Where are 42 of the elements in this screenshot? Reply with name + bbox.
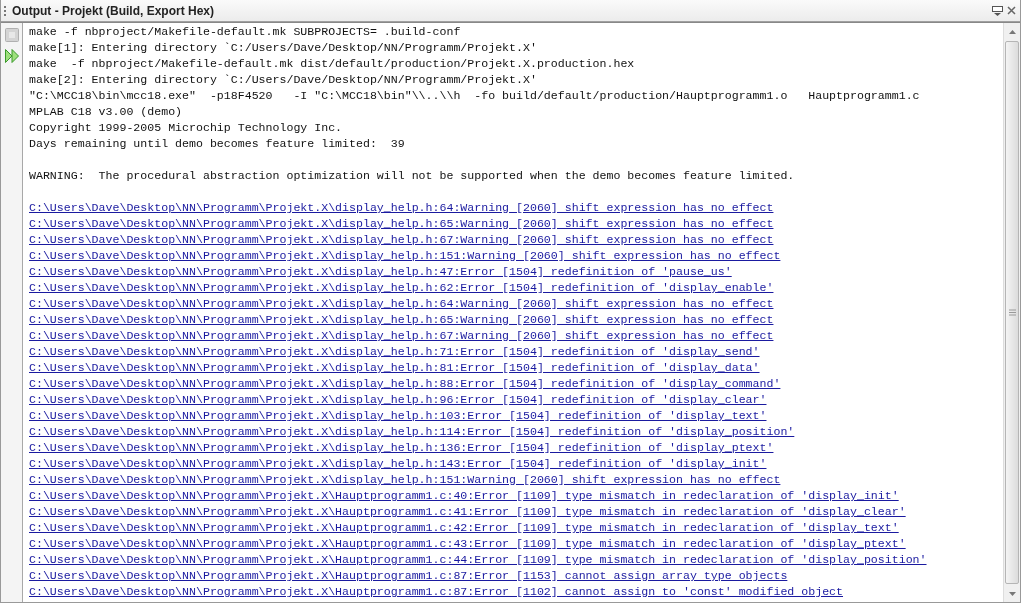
minimize-icon[interactable] (992, 5, 1003, 16)
output-line: WARNING: The procedural abstraction optimization will not be supported when the demo becomes feature limited. (29, 169, 795, 182)
output-line: make -f nbproject/Makefile-default.mk dist/default/production/Projekt.X.production.hex (29, 57, 635, 70)
drag-grip-icon[interactable] (4, 5, 8, 16)
error-link[interactable]: C:\Users\Dave\Desktop\NN\Programm\Projekt.X\display_help.h:65:Warning [2060] shift expression has no effect (29, 313, 774, 326)
error-link[interactable]: C:\Users\Dave\Desktop\NN\Programm\Projekt.X\Hauptprogramm1.c:40:Error [1109] type mismatch in redeclaration of 'display_init' (29, 489, 899, 502)
output-line: MPLAB C18 v3.00 (demo) (29, 105, 183, 118)
error-link[interactable]: C:\Users\Dave\Desktop\NN\Programm\Projekt.X\display_help.h:88:Error [1504] redefinition of 'display_command' (29, 377, 781, 390)
close-icon[interactable] (1007, 6, 1016, 15)
error-link[interactable]: C:\Users\Dave\Desktop\NN\Programm\Projekt.X\display_help.h:47:Error [1504] redefinition of 'pause_us' (29, 265, 732, 278)
error-link[interactable]: C:\Users\Dave\Desktop\NN\Programm\Projekt.X\Hauptprogramm1.c:87:Error [1153] cannot assign array type objects (29, 569, 788, 582)
error-link[interactable]: C:\Users\Dave\Desktop\NN\Programm\Projekt.X\display_help.h:71:Error [1504] redefinition of 'display_send' (29, 345, 760, 358)
rerun-icon[interactable] (3, 48, 20, 64)
output-line: Days remaining until demo becomes feature limited: 39 (29, 137, 405, 150)
error-link[interactable]: C:\Users\Dave\Desktop\NN\Programm\Projekt.X\display_help.h:67:Warning [2060] shift expression has no effect (29, 329, 774, 342)
error-link[interactable]: C:\Users\Dave\Desktop\NN\Programm\Projekt.X\Hauptprogramm1.c:41:Error [1109] type mismatch in redeclaration of 'display_clear' (29, 505, 906, 518)
error-link[interactable]: C:\Users\Dave\Desktop\NN\Programm\Projekt.X\display_help.h:96:Error [1504] redefinition of 'display_clear' (29, 393, 767, 406)
error-link[interactable]: C:\Users\Dave\Desktop\NN\Programm\Projekt.X\Hauptprogramm1.c:43:Error [1109] type mismatch in redeclaration of 'display_ptext' (29, 537, 906, 550)
scroll-up-icon[interactable] (1008, 29, 1016, 34)
scrollbar-thumb[interactable] (1005, 41, 1019, 584)
error-link[interactable]: C:\Users\Dave\Desktop\NN\Programm\Projekt.X\display_help.h:114:Error [1504] redefinition of 'display_position' (29, 425, 795, 438)
error-link[interactable]: C:\Users\Dave\Desktop\NN\Programm\Projekt.X\display_help.h:64:Warning [2060] shift expression has no effect (29, 201, 774, 214)
output-line: make[1]: Entering directory `C:/Users/Dave/Desktop/NN/Programm/Projekt.X' (29, 41, 537, 54)
error-link[interactable]: C:\Users\Dave\Desktop\NN\Programm\Projekt.X\display_help.h:65:Warning [2060] shift expression has no effect (29, 217, 774, 230)
output-line: make[2]: Entering directory `C:/Users/Dave/Desktop/NN/Programm/Projekt.X' (29, 73, 537, 86)
error-link[interactable]: C:\Users\Dave\Desktop\NN\Programm\Projekt.X\display_help.h:151:Warning [2060] shift expression has no effect (29, 249, 781, 262)
error-link[interactable]: C:\Users\Dave\Desktop\NN\Programm\Projekt.X\display_help.h:67:Warning [2060] shift expression has no effect (29, 233, 774, 246)
error-link[interactable]: C:\Users\Dave\Desktop\NN\Programm\Projekt.X\display_help.h:136:Error [1504] redefinition of 'display_ptext' (29, 441, 774, 454)
error-link[interactable]: C:\Users\Dave\Desktop\NN\Programm\Projekt.X\display_help.h:103:Error [1504] redefinition of 'display_text' (29, 409, 767, 422)
error-link[interactable]: C:\Users\Dave\Desktop\NN\Programm\Projekt.X\display_help.h:62:Error [1504] redefinition of 'display_enable' (29, 281, 774, 294)
scroll-down-icon[interactable] (1008, 591, 1016, 596)
output-line: "C:\MCC18\bin\mcc18.exe" -p18F4520 -I "C:\MCC18\bin"\\..\\h -fo build/default/production/Hauptprogramm1.o Hauptprogramm1.c (29, 89, 920, 102)
error-link[interactable]: C:\Users\Dave\Desktop\NN\Programm\Projekt.X\display_help.h:143:Error [1504] redefinition of 'display_init' (29, 457, 767, 470)
panel-title: Output - Projekt (Build, Export Hex) (12, 3, 215, 18)
error-link[interactable]: C:\Users\Dave\Desktop\NN\Programm\Projekt.X\display_help.h:64:Warning [2060] shift expression has no effect (29, 297, 774, 310)
error-link[interactable]: C:\Users\Dave\Desktop\NN\Programm\Projekt.X\display_help.h:151:Warning [2060] shift expression has no effect (29, 473, 781, 486)
output-line: make -f nbproject/Makefile-default.mk SUBPROJECTS= .build-conf (29, 25, 461, 38)
error-link[interactable]: C:\Users\Dave\Desktop\NN\Programm\Projekt.X\Hauptprogramm1.c:42:Error [1109] type mismatch in redeclaration of 'display_text' (29, 521, 899, 534)
error-link[interactable]: C:\Users\Dave\Desktop\NN\Programm\Projekt.X\Hauptprogramm1.c:44:Error [1109] type mismatch in redeclaration of 'display_position' (29, 553, 927, 566)
output-line: Copyright 1999-2005 Microchip Technology Inc. (29, 121, 343, 134)
error-link[interactable]: C:\Users\Dave\Desktop\NN\Programm\Projekt.X\Hauptprogramm1.c:87:Error [1102] cannot assign to 'const' modified object (29, 585, 843, 598)
error-link[interactable]: C:\Users\Dave\Desktop\NN\Programm\Projekt.X\display_help.h:81:Error [1504] redefinition of 'display_data' (29, 361, 760, 374)
